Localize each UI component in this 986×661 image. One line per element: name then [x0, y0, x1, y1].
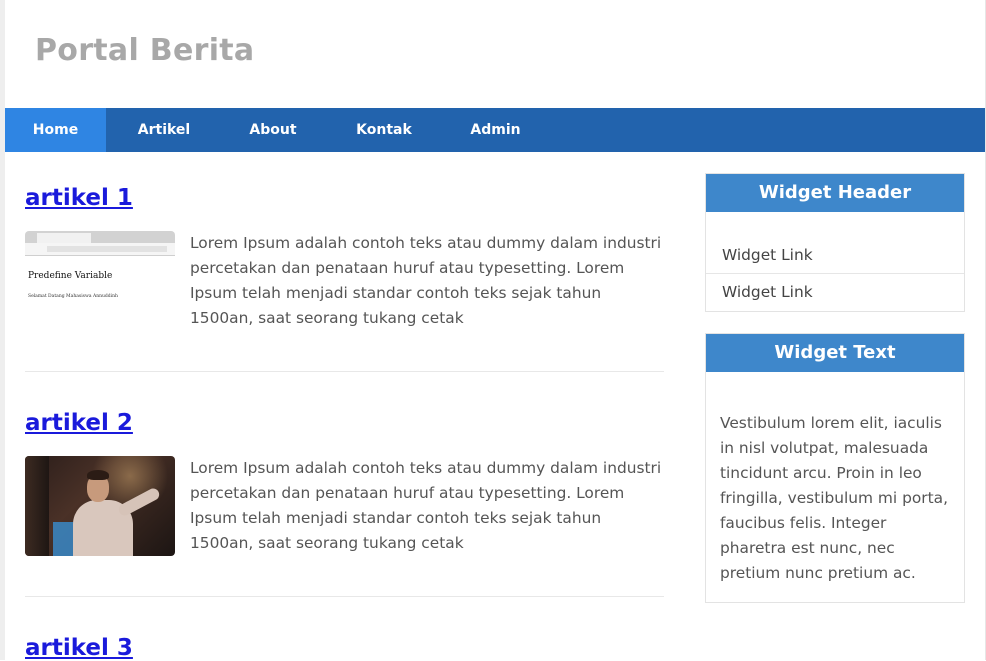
article-title-link[interactable]: artikel 3 — [25, 635, 133, 661]
widget-body-text: Vestibulum lorem elit, iaculis in nisl v… — [720, 414, 948, 582]
widget-links: Widget Header Widget Link Widget Link — [705, 173, 965, 312]
site-header: Portal Berita — [5, 0, 985, 108]
article-divider — [25, 371, 664, 372]
article-card: artikel 3 — [25, 635, 664, 661]
nav-item-kontak[interactable]: Kontak — [324, 108, 444, 152]
article-title-link[interactable]: artikel 2 — [25, 410, 133, 436]
article-card: artikel 1 Predefine Variable Selamat Dat… — [25, 185, 664, 375]
article-thumbnail[interactable] — [25, 456, 175, 556]
photo-person-hair — [87, 470, 109, 480]
nav-item-artikel[interactable]: Artikel — [106, 108, 222, 152]
nav-item-home[interactable]: Home — [5, 108, 106, 152]
article-divider — [25, 596, 664, 597]
widget-header: Widget Text — [706, 334, 964, 372]
article-card: artikel 2 Lorem Ipsum adalah contoh teks… — [25, 410, 664, 600]
article-excerpt: Lorem Ipsum adalah contoh teks atau dumm… — [190, 234, 662, 327]
nav-item-admin[interactable]: Admin — [444, 108, 547, 152]
main-nav: Home Artikel About Kontak Admin — [5, 108, 985, 152]
widget-header: Widget Header — [706, 174, 964, 212]
photo-shade — [25, 456, 49, 556]
nav-item-about[interactable]: About — [222, 108, 324, 152]
article-excerpt: Lorem Ipsum adalah contoh teks atau dumm… — [190, 459, 662, 552]
thumb-heading: Predefine Variable — [28, 271, 113, 281]
site-title[interactable]: Portal Berita — [35, 33, 254, 68]
article-thumbnail[interactable]: Predefine Variable Selamat Datang Mahasi… — [25, 231, 175, 331]
thumb-text: Selamat Datang Mahasiswa Annuddinh — [28, 294, 118, 299]
widget-text: Widget Text Vestibulum lorem elit, iacul… — [705, 333, 965, 603]
thumb-browser-url — [47, 246, 167, 252]
widget-link[interactable]: Widget Link — [706, 237, 964, 274]
thumb-browser-tab — [37, 233, 91, 243]
article-title-link[interactable]: artikel 1 — [25, 185, 133, 211]
widget-link[interactable]: Widget Link — [706, 274, 964, 311]
